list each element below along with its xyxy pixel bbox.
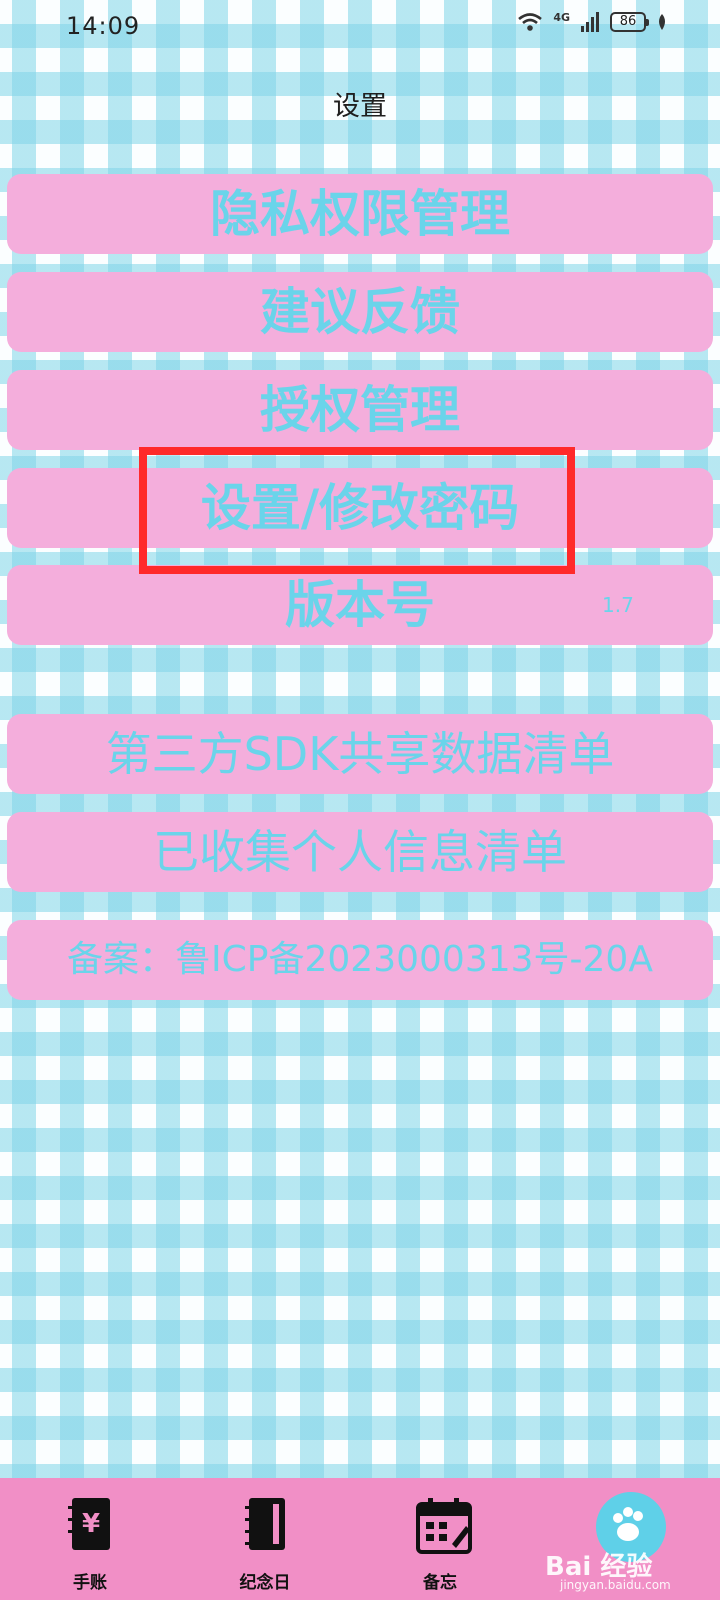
signal-icon	[581, 12, 599, 32]
tab-label: 手账	[73, 1573, 107, 1593]
menu-item-label: 设置/修改密码	[200, 479, 520, 537]
status-bar: 14:09 4G 86	[0, 0, 720, 54]
menu-item-label: 备案：鲁ICP备2023000313号-20A	[67, 939, 653, 980]
svg-text:¥: ¥	[82, 1509, 100, 1539]
icp-record-button[interactable]: 备案：鲁ICP备2023000313号-20A	[7, 920, 713, 1000]
leaf-icon	[659, 14, 665, 30]
menu-item-label: 版本号	[285, 576, 435, 634]
settings-screen: { "status_bar": { "time": "14:09", "netw…	[0, 0, 720, 1600]
network-type: 4G	[553, 10, 570, 24]
authorization-button[interactable]: 授权管理	[7, 370, 713, 450]
wifi-icon	[518, 13, 543, 31]
sdk-data-list-button[interactable]: 第三方SDK共享数据清单	[7, 714, 713, 794]
menu-item-label: 授权管理	[260, 381, 460, 439]
battery-icon: 86	[610, 12, 649, 32]
tab-label: 备忘	[423, 1573, 457, 1593]
page-title: 设置	[333, 91, 387, 122]
version-button[interactable]: 版本号 1.7	[7, 565, 713, 645]
yen-book-icon: ¥	[68, 1498, 110, 1550]
privacy-permission-button[interactable]: 隐私权限管理	[7, 174, 713, 254]
tab-anniversary[interactable]: 纪念日	[205, 1496, 325, 1596]
menu-item-label: 建议反馈	[260, 283, 460, 341]
watermark-url: jingyan.baidu.com	[560, 1578, 671, 1592]
version-value: 1.7	[602, 593, 634, 617]
feedback-button[interactable]: 建议反馈	[7, 272, 713, 352]
notebook-icon	[245, 1498, 285, 1550]
status-time: 14:09	[66, 12, 141, 40]
tab-label: 纪念日	[239, 1573, 291, 1593]
collected-info-list-button[interactable]: 已收集个人信息清单	[7, 812, 713, 892]
tab-memo[interactable]: 备忘	[380, 1496, 500, 1596]
menu-item-label: 第三方SDK共享数据清单	[105, 727, 615, 781]
set-password-button[interactable]: 设置/修改密码	[7, 468, 713, 548]
status-icons: 4G 86	[517, 10, 668, 32]
calendar-icon	[416, 1498, 472, 1554]
tab-notebook[interactable]: ¥ 手账	[30, 1496, 150, 1596]
menu-item-label: 隐私权限管理	[210, 185, 510, 243]
menu-item-label: 已收集个人信息清单	[153, 825, 567, 879]
